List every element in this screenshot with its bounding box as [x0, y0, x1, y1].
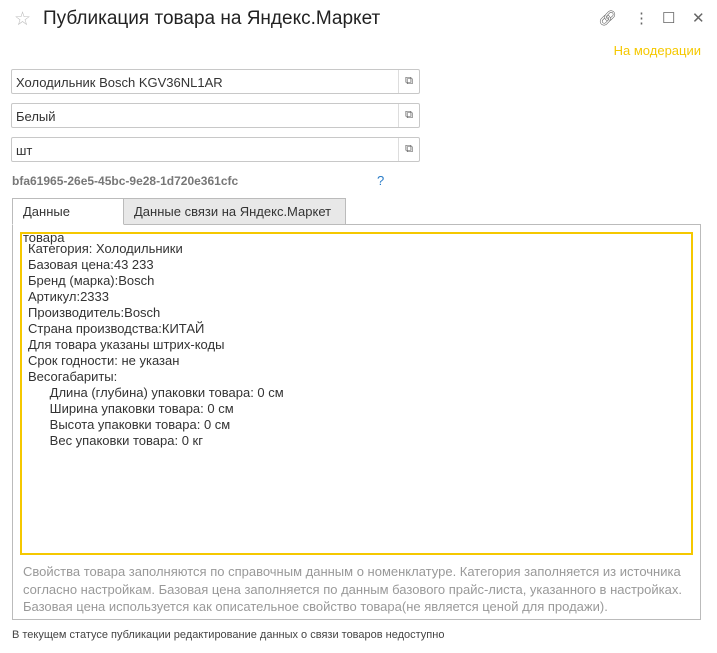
- info-note: Свойства товара заполняются по справочны…: [23, 564, 682, 614]
- help-button[interactable]: ?: [377, 173, 384, 188]
- property-line: Бренд (марка):Bosch: [28, 273, 155, 288]
- product-value: Холодильник Bosch KGV36NL1AR: [16, 75, 223, 90]
- characteristic-field[interactable]: Белый ⧉: [11, 103, 420, 128]
- maximize-icon[interactable]: ☐: [662, 9, 675, 27]
- property-line: Страна производства:КИТАЙ: [28, 321, 205, 336]
- property-line: Высота упаковки товара: 0 см: [28, 417, 231, 432]
- more-menu-icon[interactable]: ⋮: [634, 9, 649, 27]
- guid: bfa61965-26e5-45bc-9e28-1d720e361cfc: [12, 174, 239, 188]
- status-badge: На модерации: [613, 43, 701, 58]
- characteristic-value: Белый: [16, 109, 56, 124]
- property-line: Вес упаковки товара: 0 кг: [28, 433, 203, 448]
- property-line: Ширина упаковки товара: 0 см: [28, 401, 234, 416]
- property-line: Категория: Холодильники: [28, 241, 183, 256]
- properties-text[interactable]: Категория: Холодильники Базовая цена:43 2…: [20, 232, 693, 555]
- link-icon[interactable]: 🔗︎: [598, 9, 617, 27]
- product-field[interactable]: Холодильник Bosch KGV36NL1AR ⧉: [11, 69, 420, 94]
- property-line: Для товара указаны штрих-коды: [28, 337, 225, 352]
- open-icon[interactable]: ⧉: [398, 70, 419, 93]
- footer-message: В текущем статусе публикации редактирова…: [12, 629, 445, 641]
- unit-value: шт: [16, 143, 33, 158]
- open-icon[interactable]: ⧉: [398, 104, 419, 127]
- favorite-star-icon[interactable]: ☆: [14, 8, 31, 31]
- unit-field[interactable]: шт ⧉: [11, 137, 420, 162]
- tab-link-data[interactable]: Данные связи на Яндекс.Маркет: [123, 198, 346, 225]
- property-line: Срок годности: не указан: [28, 353, 180, 368]
- close-icon[interactable]: ✕: [692, 9, 705, 27]
- property-line: Базовая цена:43 233: [28, 257, 154, 272]
- property-line: Весогабариты:: [28, 369, 118, 384]
- property-line: Производитель:Bosch: [28, 305, 161, 320]
- property-line: Артикул:2333: [28, 289, 109, 304]
- open-icon[interactable]: ⧉: [398, 138, 419, 161]
- tab-product-data[interactable]: Данные товара: [12, 198, 124, 245]
- property-line: Длина (глубина) упаковки товара: 0 см: [28, 385, 284, 400]
- page-title: Публикация товара на Яндекс.Маркет: [43, 8, 381, 29]
